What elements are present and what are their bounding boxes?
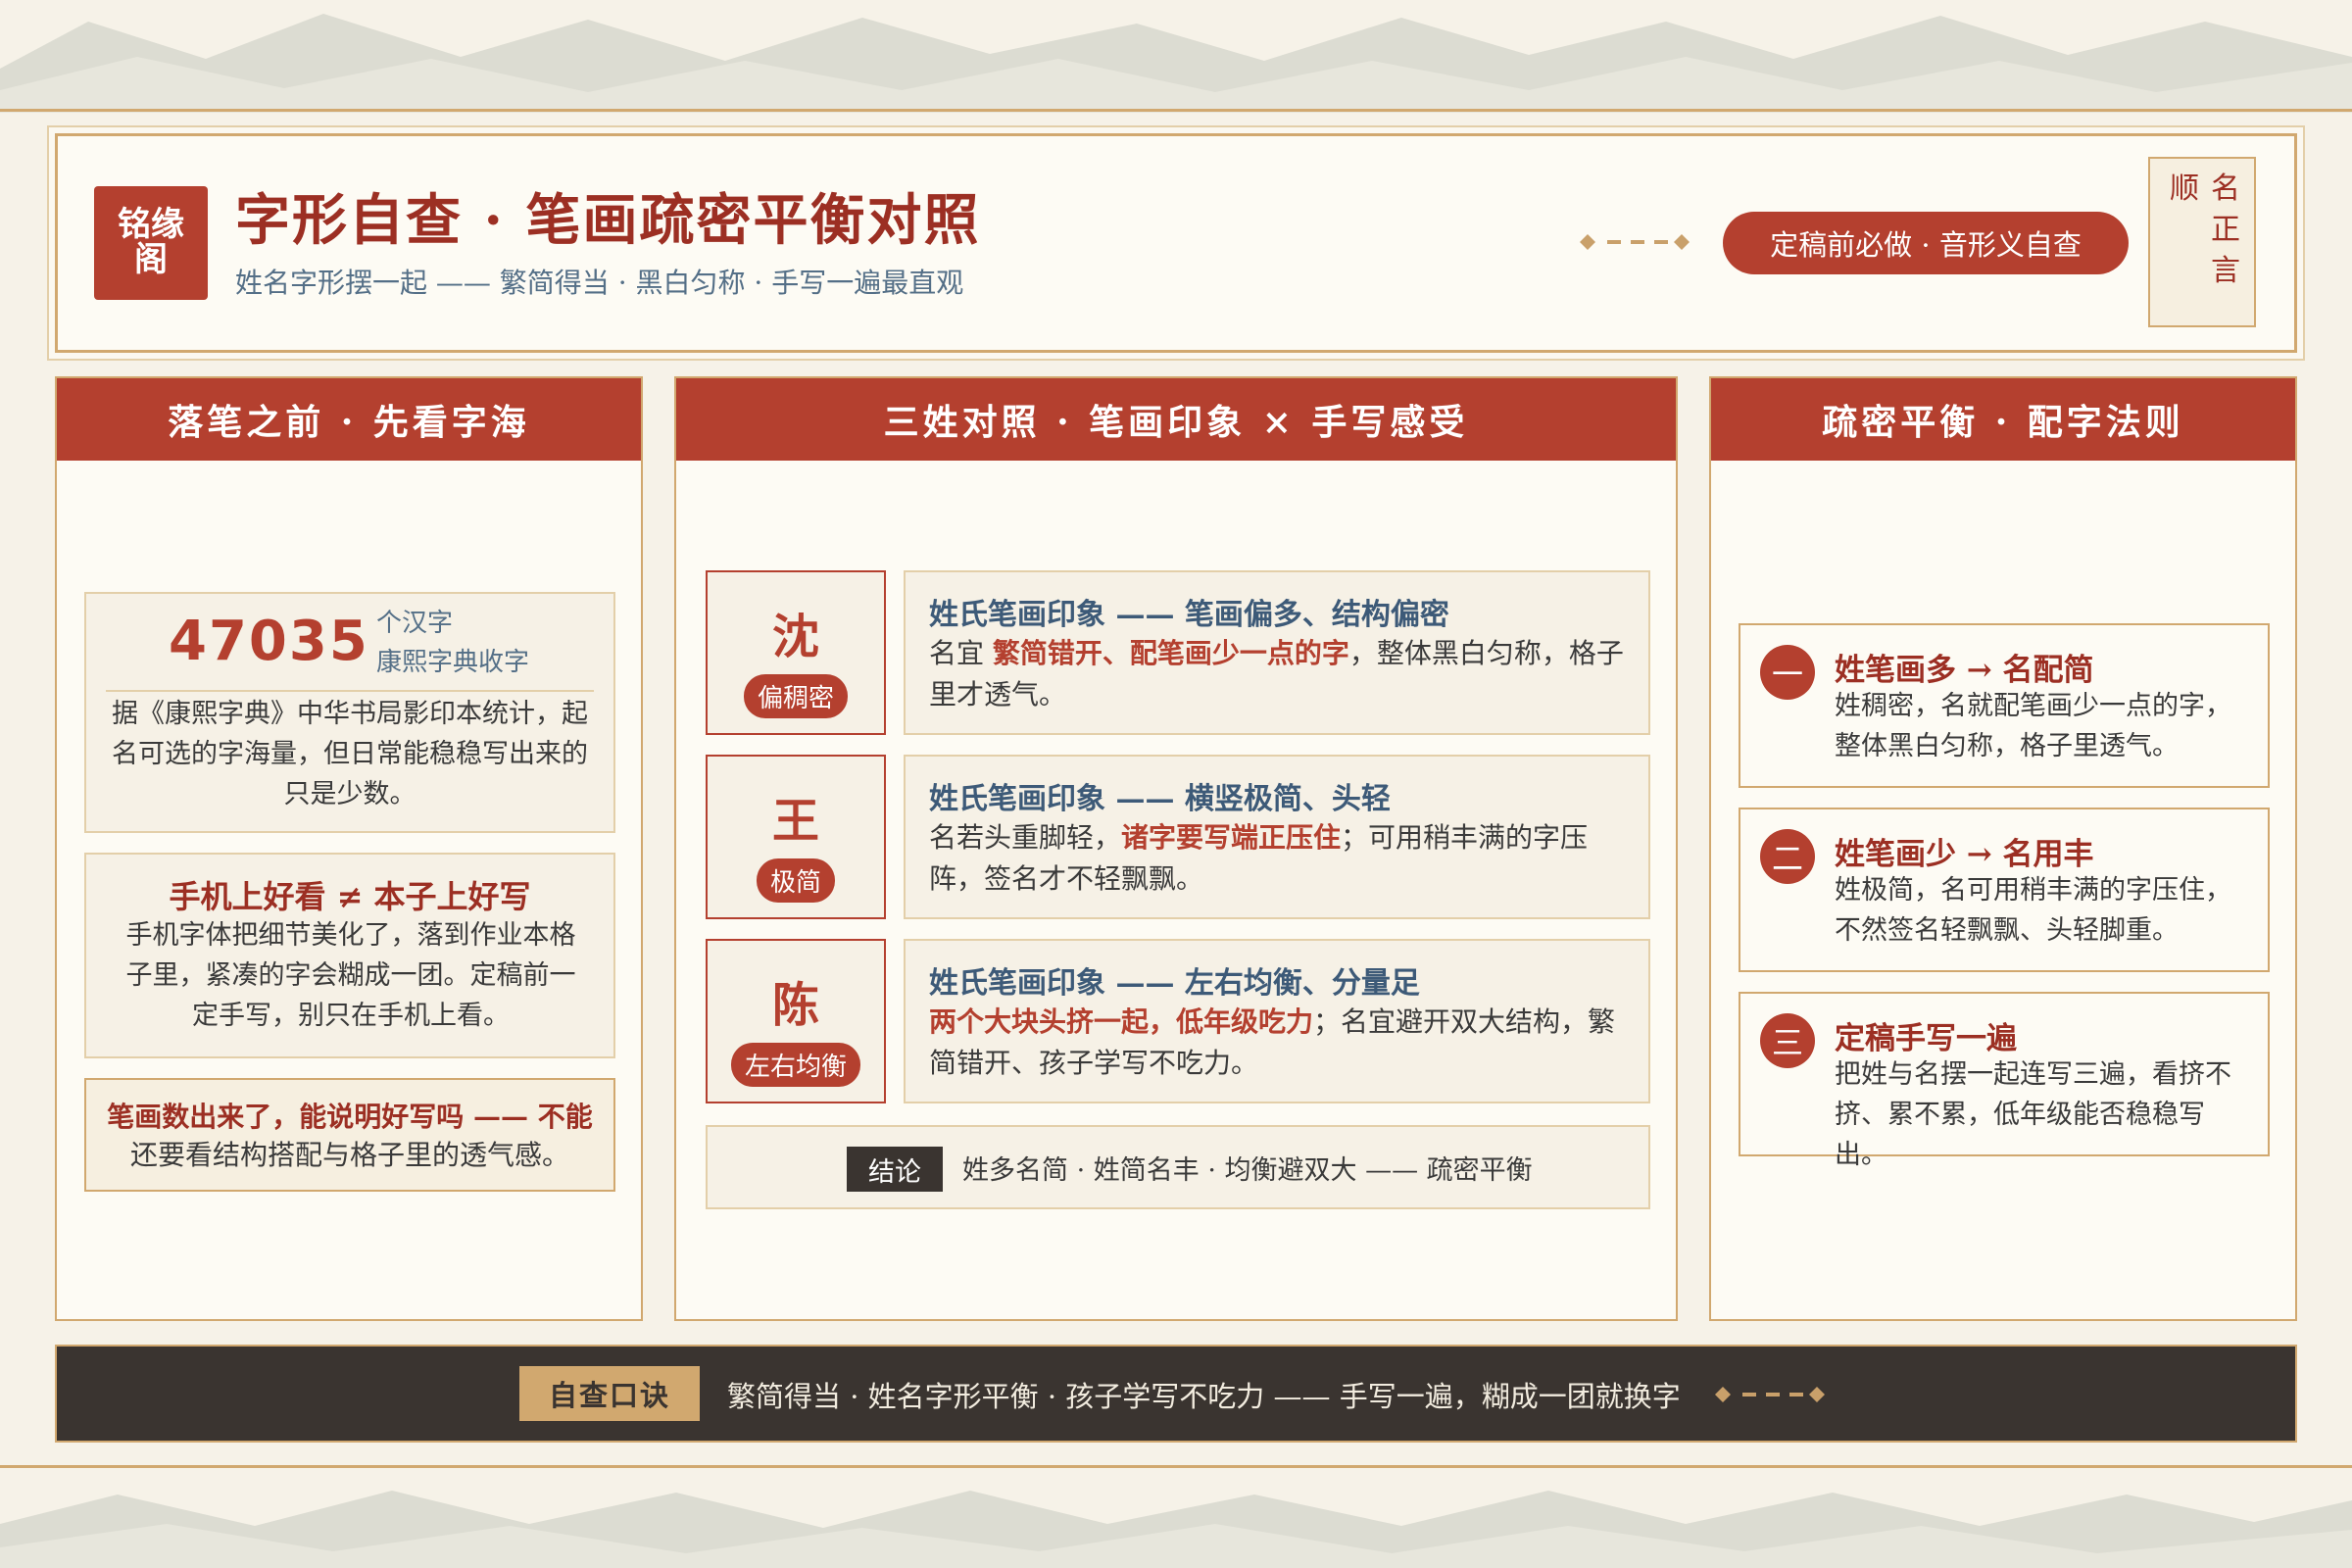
brand-logo: 铭缘阁 [94,186,208,300]
panel-surname-comparison: 三姓对照 · 笔画印象 × 手写感受 沈 偏稠密 姓氏笔画印象 —— 笔画偏多、… [674,376,1678,1321]
page-subtitle: 姓名字形摆一起 —— 繁简得当 · 黑白匀称 · 手写一遍最直观 [235,267,964,299]
highlight-text: 繁简错开、配笔画少一点的字 [992,637,1349,669]
surname-card: 陈 左右均衡 [706,939,886,1103]
card-text: 手机字体把细节美化了，落到作业本格子里，紧凑的字会糊成一团。定稿前一定手写，别只… [125,920,576,1031]
top-divider [0,109,2352,112]
phone-vs-paper-card: 手机上好看 ≠ 本子上好写 手机字体把细节美化了，落到作业本格子里，紧凑的字会糊… [84,853,615,1058]
diamond-ornament-icon [1715,1387,1825,1402]
desc-title: 姓氏笔画印象 —— 横竖极简、头轻 [929,782,1391,816]
reminder-pill: 定稿前必做 · 音形义自查 [1723,212,2129,274]
desc-text: 名宜 繁简错开、配笔画少一点的字，整体黑白匀称，格子里才透气。 [929,637,1624,710]
panel-before-writing: 落笔之前 · 先看字海 47035 个汉字 康熙字典收字 据《康熙字典》中华书局… [55,376,643,1321]
mountain-decoration-top [0,14,2352,113]
rule-card: 一 姓笔画多 → 名配简 姓稠密，名就配笔画少一点的字，整体黑白匀称，格子里透气… [1739,623,2270,788]
rule-title: 定稿手写一遍 [1835,1021,2017,1056]
surname-char: 陈 [771,978,819,1033]
surname-tag: 左右均衡 [730,1043,861,1087]
card-text: 还要看结构搭配与格子里的透气感。 [129,1139,569,1171]
highlight-text: 诸字要写端正压住 [1121,821,1342,854]
seal-char: 名 [2211,172,2240,206]
surname-desc-card: 姓氏笔画印象 —— 横竖极简、头轻 名若头重脚轻，诸字要写端正压住；可用稍丰满的… [904,755,1650,919]
desc-text: 名若头重脚轻，诸字要写端正压住；可用稍丰满的字压阵，签名才不轻飘飘。 [929,821,1589,895]
seal-char: 顺 [2170,172,2199,206]
footer-text: 繁简得当 · 姓名字形平衡 · 孩子学写不吃力 —— 手写一遍，糊成一团就换字 [727,1380,1681,1413]
surname-char: 沈 [771,610,819,664]
panel-balance-rules: 疏密平衡 · 配字法则 一 姓笔画多 → 名配简 姓稠密，名就配笔画少一点的字，… [1709,376,2297,1321]
seal-char: 言 [2211,254,2240,288]
surname-desc-card: 姓氏笔画印象 —— 左右均衡、分量足 两个大块头挤一起，低年级吃力；名宜避开双大… [904,939,1650,1103]
seal-stamp: 名 正 言 顺 [2148,157,2256,327]
panel-heading: 三姓对照 · 笔画印象 × 手写感受 [676,378,1676,461]
footer-bar: 自查口诀 繁简得当 · 姓名字形平衡 · 孩子学写不吃力 —— 手写一遍，糊成一… [55,1345,2297,1443]
stat-number: 47035 [169,610,369,673]
surname-tag: 偏稠密 [743,674,849,718]
stat-unit: 个汉字 [376,609,454,638]
panel-heading: 疏密平衡 · 配字法则 [1711,378,2295,461]
desc-title: 姓氏笔画印象 —— 左右均衡、分量足 [929,966,1420,1001]
stat-source: 康熙字典收字 [376,648,530,677]
diamond-ornament-icon [1580,234,1690,250]
surname-tag: 极简 [756,858,836,903]
mountain-decoration-bottom [0,1491,2352,1568]
rule-text: 把姓与名摆一起连写三遍，看挤不挤、累不累，低年级能否稳稳写出。 [1835,1059,2231,1170]
desc-text: 两个大块头挤一起，低年级吃力；名宜避开双大结构，繁简错开、孩子学写不吃力。 [929,1005,1616,1079]
surname-desc-card: 姓氏笔画印象 —— 笔画偏多、结构偏密 名宜 繁简错开、配笔画少一点的字，整体黑… [904,570,1650,735]
rule-number: 一 [1760,645,1815,700]
card-title: 笔画数出来了，能说明好写吗 —— 不能 [107,1101,593,1133]
surname-char: 王 [771,794,819,849]
conclusion-bar: 结论 姓多名简 · 姓简名丰 · 均衡避双大 —— 疏密平衡 [706,1125,1650,1209]
rule-title: 姓笔画少 → 名用丰 [1835,837,2094,872]
rule-title: 姓笔画多 → 名配简 [1835,653,2094,688]
rule-card: 二 姓笔画少 → 名用丰 姓极简，名可用稍丰满的字压住，不然签名轻飘飘、头轻脚重… [1739,808,2270,972]
conclusion-text: 姓多名简 · 姓简名丰 · 均衡避双大 —— 疏密平衡 [962,1155,1533,1186]
rule-number: 三 [1760,1013,1815,1068]
stroke-count-card: 笔画数出来了，能说明好写吗 —— 不能 还要看结构搭配与格子里的透气感。 [84,1078,615,1192]
surname-card: 王 极简 [706,755,886,919]
panel-heading: 落笔之前 · 先看字海 [57,378,641,461]
desc-title: 姓氏笔画印象 —— 笔画偏多、结构偏密 [929,598,1449,632]
page-title: 字形自查 · 笔画疏密平衡对照 [235,188,981,253]
rule-text: 姓极简，名可用稍丰满的字压住，不然签名轻飘飘、头轻脚重。 [1835,875,2231,946]
footer-tag: 自查口诀 [519,1366,700,1421]
rule-card: 三 定稿手写一遍 把姓与名摆一起连写三遍，看挤不挤、累不累，低年级能否稳稳写出。 [1739,992,2270,1170]
bottom-divider [0,1465,2352,1468]
stat-card: 47035 个汉字 康熙字典收字 据《康熙字典》中华书局影印本统计，起名可选的字… [84,592,615,833]
card-title: 手机上好看 ≠ 本子上好写 [169,878,531,915]
seal-char: 正 [2211,213,2240,247]
stat-text: 据《康熙字典》中华书局影印本统计，起名可选的字海量，但日常能稳稳写出来的只是少数… [112,699,588,809]
highlight-text: 两个大块头挤一起，低年级吃力 [929,1005,1314,1038]
surname-card: 沈 偏稠密 [706,570,886,735]
rule-number: 二 [1760,829,1815,884]
stat-divider [106,690,594,692]
conclusion-tag: 结论 [847,1147,943,1192]
rule-text: 姓稠密，名就配笔画少一点的字，整体黑白匀称，格子里透气。 [1835,691,2231,761]
